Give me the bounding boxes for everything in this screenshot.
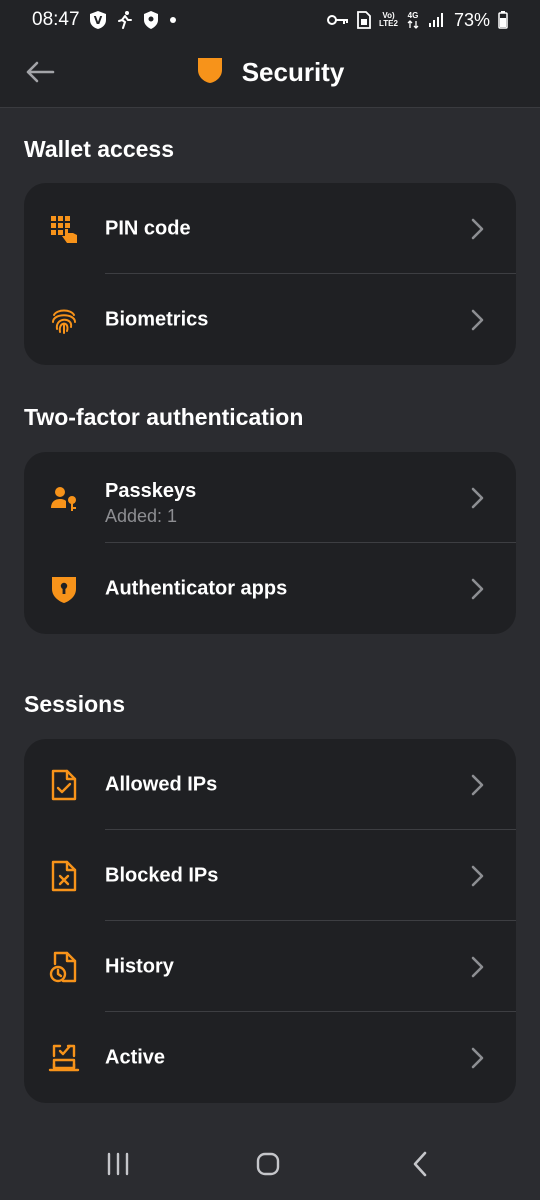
allowed-ips-label: Allowed IPs	[105, 773, 218, 795]
user-key-icon	[48, 482, 80, 514]
pin-pad-icon	[48, 213, 80, 245]
dot-icon	[168, 15, 178, 25]
recent-apps-icon	[107, 1152, 129, 1176]
active-row[interactable]: Active	[24, 1012, 516, 1103]
section-title-sessions: Sessions	[24, 691, 125, 717]
chevron-left-icon	[413, 1151, 427, 1177]
two-factor-card: Passkeys Added: 1 Authenticator apps	[24, 452, 516, 634]
home-button[interactable]	[248, 1148, 288, 1180]
authenticator-apps-row[interactable]: Authenticator apps	[24, 543, 516, 634]
passkeys-label: Passkeys	[105, 480, 197, 502]
chevron-right-icon	[471, 1047, 484, 1068]
passkeys-row[interactable]: Passkeys Added: 1	[24, 452, 516, 543]
battery-percent: 73%	[453, 9, 490, 30]
running-person-icon	[116, 10, 134, 30]
svg-text:V: V	[93, 14, 102, 27]
network-type-icon: 4G	[406, 11, 420, 29]
shield-logo-icon	[196, 56, 224, 89]
fingerprint-icon	[48, 304, 80, 336]
allowed-ips-row[interactable]: Allowed IPs	[24, 739, 516, 830]
blocked-ips-label: Blocked IPs	[105, 864, 219, 886]
active-label: Active	[105, 1046, 166, 1068]
history-label: History	[105, 955, 174, 977]
battery-icon	[498, 11, 508, 29]
system-back-button[interactable]	[400, 1148, 440, 1180]
biometrics-row[interactable]: Biometrics	[24, 274, 516, 365]
shield-status-icon	[142, 10, 160, 30]
chevron-right-icon	[471, 774, 484, 795]
chevron-right-icon	[471, 865, 484, 886]
device-check-icon	[48, 1042, 80, 1074]
passkeys-count: Added: 1	[105, 506, 178, 526]
biometrics-label: Biometrics	[105, 308, 209, 330]
chevron-right-icon	[471, 487, 484, 508]
chevron-right-icon	[471, 578, 484, 599]
vpn-v-icon: V	[88, 10, 108, 30]
app-bar: Security	[0, 40, 540, 108]
authenticator-apps-label: Authenticator apps	[105, 577, 288, 599]
page-title: Security	[241, 56, 345, 87]
volte-indicator: Vo) LTE2	[379, 11, 398, 28]
document-check-icon	[48, 769, 80, 801]
shield-lock-icon	[48, 573, 80, 605]
key-icon	[327, 13, 349, 27]
home-icon	[256, 1152, 280, 1176]
status-bar: 08:47 V Vo) LTE2 4G 73%	[0, 0, 540, 40]
sim-icon	[357, 11, 371, 29]
recent-apps-button[interactable]	[98, 1148, 138, 1180]
history-row[interactable]: History	[24, 921, 516, 1012]
wallet-access-card: PIN code Biometrics	[24, 183, 516, 365]
system-nav-bar	[0, 1128, 540, 1200]
pin-code-label: PIN code	[105, 217, 191, 239]
chevron-right-icon	[471, 956, 484, 977]
status-time: 08:47	[32, 9, 80, 30]
pin-code-row[interactable]: PIN code	[24, 183, 516, 274]
chevron-right-icon	[471, 309, 484, 330]
sessions-card: Allowed IPs Blocked IPs History Active	[24, 739, 516, 1103]
chevron-right-icon	[471, 218, 484, 239]
signal-icon	[428, 12, 446, 28]
section-title-wallet-access: Wallet access	[24, 136, 175, 162]
section-title-two-factor: Two-factor authentication	[24, 404, 304, 430]
document-clock-icon	[48, 951, 80, 983]
blocked-ips-row[interactable]: Blocked IPs	[24, 830, 516, 921]
document-x-icon	[48, 860, 80, 892]
